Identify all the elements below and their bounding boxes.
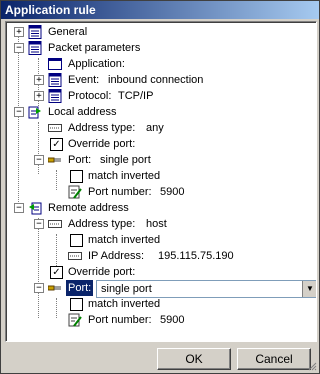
- remote-ip-label: IP Address:: [88, 250, 145, 262]
- ip-field-icon: [48, 220, 62, 228]
- tree-item-label: Override port:: [68, 138, 136, 150]
- tree-item-general[interactable]: + General: [12, 24, 312, 40]
- event-value: inbound connection: [108, 74, 204, 86]
- expand-icon[interactable]: +: [14, 27, 24, 37]
- document-icon: [48, 73, 62, 87]
- tree-item-local-port[interactable]: − Port: single port: [12, 152, 312, 168]
- tree-item-remote-match-inverted[interactable]: match inverted: [12, 232, 312, 248]
- edit-value-icon: [68, 185, 82, 199]
- ip-field-icon: [48, 124, 62, 132]
- tree-item-local-address[interactable]: − Local address: [12, 104, 312, 120]
- tree-item-label: Remote address: [48, 202, 129, 214]
- local-address-type-label: Address type:: [68, 122, 136, 134]
- collapse-icon[interactable]: −: [14, 203, 24, 213]
- tree-item-label: Local address: [48, 106, 117, 118]
- tree-item-remote-port-match-inverted[interactable]: match inverted: [12, 296, 312, 312]
- ok-button[interactable]: OK: [157, 348, 231, 370]
- local-match-inverted-checkbox[interactable]: [70, 170, 83, 183]
- remote-port-number-label: Port number:: [88, 314, 152, 326]
- local-address-type-value: any: [146, 122, 164, 134]
- collapse-icon[interactable]: −: [14, 43, 24, 53]
- tree-item-label: Override port:: [68, 266, 136, 278]
- local-port-number-value: 5900: [160, 186, 185, 198]
- local-port-number-label: Port number:: [88, 186, 152, 198]
- collapse-icon[interactable]: −: [34, 155, 44, 165]
- remote-address-icon: [29, 202, 42, 215]
- remote-match-inverted-checkbox[interactable]: [70, 234, 83, 247]
- tree-item-label: Packet parameters: [48, 42, 141, 54]
- collapse-icon[interactable]: −: [14, 107, 24, 117]
- remote-ip-value: 195.115.75.190: [158, 250, 234, 262]
- document-icon: [28, 41, 42, 55]
- local-address-icon: [28, 106, 41, 119]
- remote-port-match-inverted-checkbox[interactable]: [70, 298, 83, 311]
- protocol-value: TCP/IP: [118, 90, 154, 102]
- tree-item-local-override-port[interactable]: ✓ Override port:: [12, 136, 312, 152]
- tree-item-local-match-inverted[interactable]: match inverted: [12, 168, 312, 184]
- document-icon: [28, 25, 42, 39]
- tree-item-packet-parameters[interactable]: − Packet parameters: [12, 40, 312, 56]
- tree-item-remote-port[interactable]: − Port: single port ▼: [12, 280, 316, 298]
- tree-item-local-port-number[interactable]: Port number: 5900: [12, 184, 312, 200]
- remote-override-port-checkbox[interactable]: ✓: [50, 266, 63, 279]
- expand-icon[interactable]: +: [34, 75, 44, 85]
- ip-field-icon: [68, 252, 82, 260]
- title-bar: Application rule: [1, 1, 319, 19]
- tree-item-label: match inverted: [88, 234, 161, 246]
- local-port-label: Port:: [68, 154, 92, 166]
- application-window-icon: [48, 58, 62, 70]
- application-rule-window: Application rule + General − Packet para…: [0, 0, 320, 374]
- document-icon: [48, 89, 62, 103]
- remote-port-label-selected[interactable]: Port:: [66, 280, 94, 296]
- protocol-label: Protocol:: [68, 90, 112, 102]
- tree-item-remote-address-type[interactable]: − Address type: host: [12, 216, 312, 232]
- remote-port-number-value: 5900: [160, 314, 185, 326]
- tree-item-local-address-type[interactable]: Address type: any: [12, 120, 312, 136]
- local-port-value: single port: [100, 154, 151, 166]
- tree-item-remote-override-port[interactable]: ✓ Override port:: [12, 264, 312, 280]
- port-plug-icon: [48, 285, 61, 291]
- chevron-down-icon[interactable]: ▼: [302, 281, 316, 297]
- port-plug-icon: [48, 157, 61, 163]
- tree-item-protocol[interactable]: + Protocol: TCP/IP: [12, 88, 312, 104]
- tree-item-event[interactable]: + Event: inbound connection: [12, 72, 312, 88]
- tree-item-application[interactable]: Application:: [12, 56, 312, 72]
- tree-item-remote-port-number[interactable]: Port number: 5900: [12, 312, 312, 328]
- tree-item-label: General: [48, 26, 88, 38]
- event-label: Event:: [68, 74, 100, 86]
- collapse-icon[interactable]: −: [34, 283, 44, 293]
- local-override-port-checkbox[interactable]: ✓: [50, 138, 63, 151]
- rule-tree[interactable]: + General − Packet parameters Applicatio…: [5, 21, 317, 342]
- edit-value-icon: [68, 313, 82, 327]
- tree-item-remote-address[interactable]: − Remote address: [12, 200, 312, 216]
- tree-item-label: match inverted: [88, 170, 161, 182]
- collapse-icon[interactable]: −: [34, 219, 44, 229]
- remote-address-type-value: host: [146, 218, 167, 230]
- remote-address-type-label: Address type:: [68, 218, 136, 230]
- tree-item-label: match inverted: [88, 298, 161, 310]
- tree-item-remote-ip-address[interactable]: IP Address: 195.115.75.190: [12, 248, 312, 264]
- tree-item-label: Application:: [68, 58, 125, 70]
- remote-port-type-value: single port: [101, 283, 152, 295]
- window-title: Application rule: [5, 3, 96, 17]
- expand-icon[interactable]: +: [34, 91, 44, 101]
- resize-grip-icon[interactable]: [307, 361, 317, 371]
- cancel-button[interactable]: Cancel: [237, 348, 311, 370]
